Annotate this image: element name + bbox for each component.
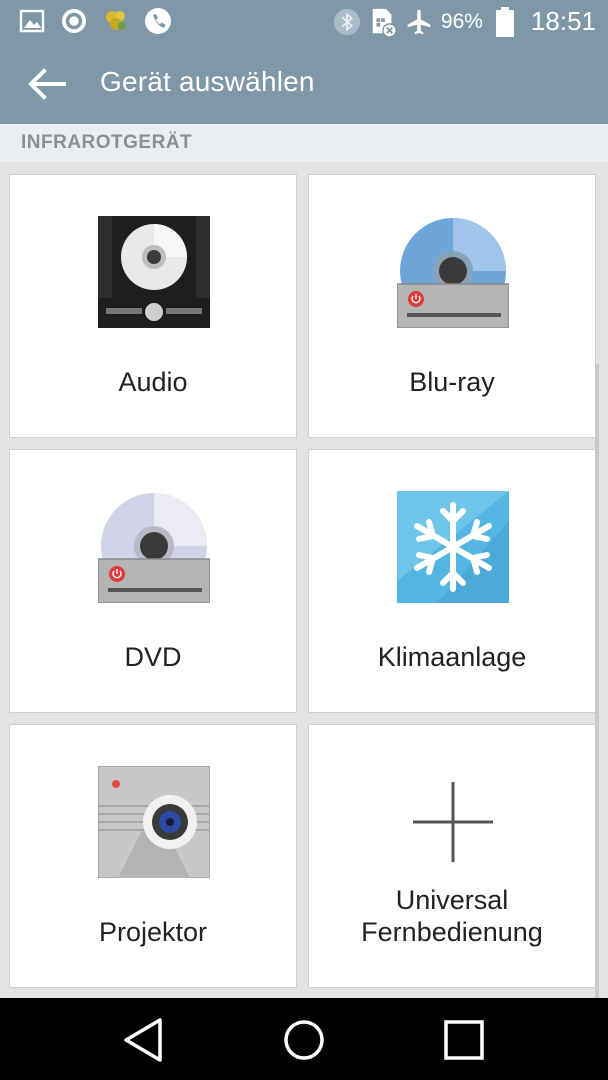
arrow-left-icon [28, 68, 66, 100]
scrollbar[interactable] [595, 364, 599, 998]
sunflower-icon [102, 7, 130, 35]
section-header: INFRAROTGERÄT [0, 124, 608, 162]
navigation-bar [0, 998, 608, 1080]
nav-back-button[interactable] [120, 1016, 168, 1064]
device-tile-air-conditioner[interactable]: Klimaanlage [308, 449, 596, 713]
page-title: Gerät auswählen [100, 66, 315, 97]
sim-card-icon [369, 8, 397, 38]
nav-recents-button[interactable] [440, 1016, 488, 1064]
bluray-device-icon [396, 216, 510, 329]
app-circle-icon [60, 7, 88, 35]
plus-icon [397, 766, 509, 878]
back-icon [124, 1018, 162, 1062]
device-label: Projektor [98, 917, 208, 947]
back-button[interactable] [22, 62, 70, 106]
device-label: Universal Fernbedienung [309, 884, 595, 948]
device-tile-universal-remote[interactable]: Universal Fernbedienung [308, 724, 596, 988]
dvd-device-icon [97, 491, 211, 604]
device-tile-audio[interactable]: Audio [9, 174, 297, 438]
device-tile-dvd[interactable]: DVD [9, 449, 297, 713]
device-label: DVD [124, 642, 182, 672]
device-label: Audio [118, 367, 188, 397]
image-icon [18, 7, 46, 35]
device-label: Blu-ray [409, 367, 495, 397]
snowflake-icon [397, 491, 509, 603]
audio-device-icon [98, 216, 210, 328]
recents-icon [444, 1020, 484, 1060]
phone-icon [144, 7, 172, 35]
device-tile-bluray[interactable]: Blu-ray [308, 174, 596, 438]
clock: 18:51 [530, 6, 596, 36]
projector-icon [97, 765, 211, 879]
airplane-icon [405, 8, 433, 36]
status-bar: 96% 18:51 [0, 0, 608, 44]
device-label: Klimaanlage [377, 642, 527, 672]
app-bar: Gerät auswählen [0, 44, 608, 124]
device-label-line: Universal [395, 885, 509, 915]
home-icon [284, 1020, 324, 1060]
notification-icons [18, 7, 172, 35]
battery-percent: 96% [440, 9, 483, 33]
battery-icon [491, 6, 519, 37]
section-header-label: INFRAROTGERÄT [21, 132, 193, 153]
nav-home-button[interactable] [280, 1016, 328, 1064]
device-label-line: Fernbedienung [361, 917, 543, 947]
bluetooth-icon [333, 8, 361, 36]
device-tile-projector[interactable]: Projektor [9, 724, 297, 988]
device-grid: Audio Blu-ray DVD Klimaanlage Projektor … [0, 162, 608, 998]
system-icons: 96% 18:51 [333, 6, 596, 38]
